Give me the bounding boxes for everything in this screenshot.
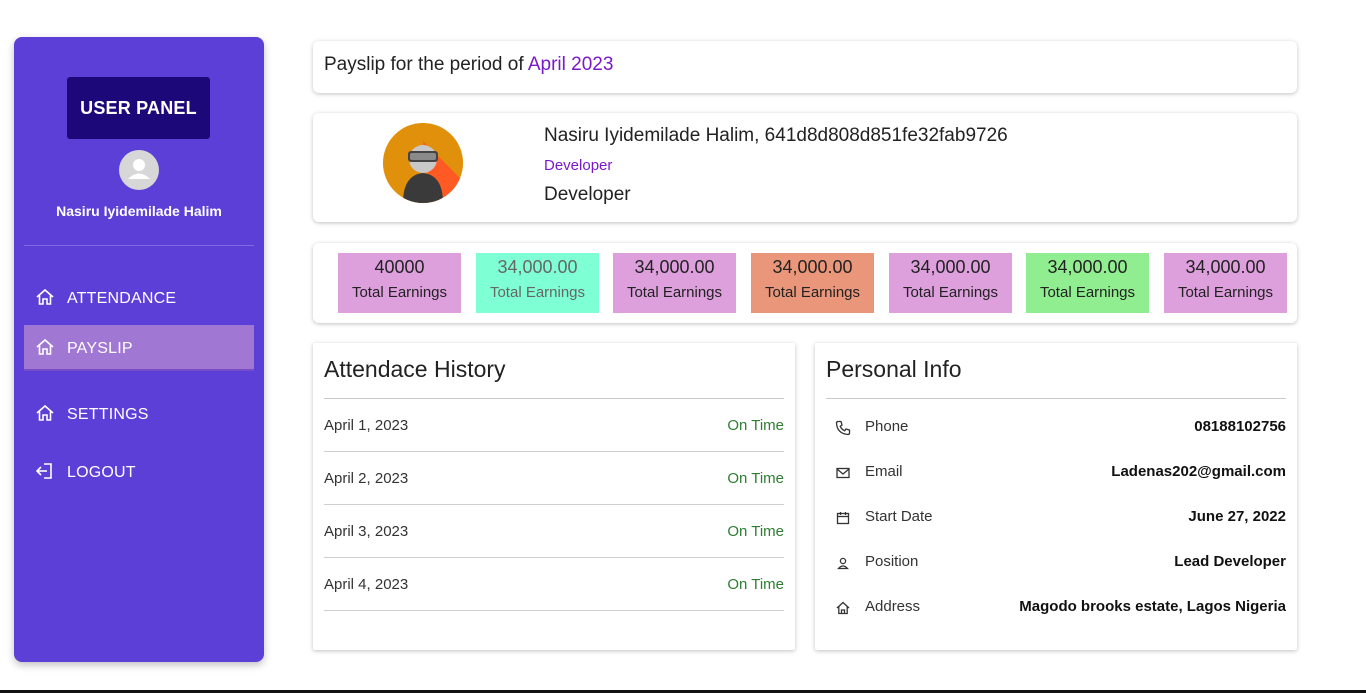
info-row-phone: Phone 08188102756: [835, 416, 1286, 440]
earning-label: Total Earnings: [489, 284, 586, 301]
earning-amount: 34,000.00: [1047, 257, 1128, 277]
info-key: Position: [865, 553, 919, 570]
period-card: Payslip for the period of April 2023: [313, 41, 1297, 93]
phone-icon: [835, 420, 851, 436]
earning-label: Total Earnings: [902, 284, 999, 301]
earning-tile: 34,000.00 Total Earnings: [613, 253, 736, 313]
info-key: Start Date: [865, 508, 933, 525]
home-icon: [34, 286, 56, 308]
attendance-status: On Time: [727, 470, 784, 487]
attendance-row: April 2, 2023 On Time: [324, 452, 784, 505]
sidebar: USER PANEL Nasiru Iyidemilade Halim ATTE…: [14, 37, 264, 662]
profile-avatar: [383, 123, 463, 203]
sidebar-item-label: ATTENDANCE: [67, 290, 177, 307]
earning-tile: 34,000.00 Total Earnings: [751, 253, 874, 313]
info-value: Magodo brooks estate, Lagos Nigeria: [1019, 598, 1286, 615]
earning-amount: 34,000.00: [497, 257, 578, 277]
earning-amount: 40000: [374, 257, 425, 277]
period-value: April 2023: [527, 54, 614, 75]
attendance-row: April 1, 2023 On Time: [324, 399, 784, 452]
sidebar-item-label: SETTINGS: [67, 406, 149, 423]
info-row-start-date: Start Date June 27, 2022: [835, 506, 1286, 530]
earning-tile: 34,000.00 Total Earnings: [889, 253, 1012, 313]
person-icon: [835, 555, 851, 571]
mail-icon: [835, 465, 851, 481]
attendance-title: Attendace History: [324, 356, 506, 382]
earning-amount: 34,000.00: [1185, 257, 1266, 277]
profile-role-tag: Developer: [544, 157, 613, 174]
info-value: June 27, 2022: [1188, 508, 1286, 525]
info-key: Phone: [865, 418, 909, 435]
attendance-date: April 1, 2023: [324, 417, 409, 434]
sidebar-item-logout[interactable]: LOGOUT: [24, 448, 254, 494]
sidebar-item-label: PAYSLIP: [67, 340, 133, 357]
attendance-date: April 2, 2023: [324, 470, 409, 487]
earning-tile: 34,000.00 Total Earnings: [1164, 253, 1287, 313]
attendance-status: On Time: [727, 417, 784, 434]
info-row-email: Email Ladenas202@gmail.com: [835, 461, 1286, 485]
sidebar-item-payslip[interactable]: PAYSLIP: [24, 325, 254, 371]
info-value: 08188102756: [1194, 418, 1286, 435]
earning-amount: 34,000.00: [772, 257, 853, 277]
earning-label: Total Earnings: [764, 284, 861, 301]
home-icon: [34, 402, 56, 424]
personal-info-title: Personal Info: [826, 356, 962, 382]
personal-info-card: Personal Info Phone 08188102756 Email La…: [815, 343, 1297, 650]
sidebar-divider: [24, 245, 254, 246]
attendance-status: On Time: [727, 576, 784, 593]
profile-name: Nasiru Iyidemilade Halim, 641d8d808d851f…: [544, 125, 1008, 146]
info-row-address: Address Magodo brooks estate, Lagos Nige…: [835, 596, 1286, 620]
attendance-date: April 3, 2023: [324, 523, 409, 540]
earning-amount: 34,000.00: [634, 257, 715, 277]
earning-tile: 40000 Total Earnings: [338, 253, 461, 313]
earning-label: Total Earnings: [626, 284, 723, 301]
earnings-card: 40000 Total Earnings 34,000.00 Total Ear…: [313, 243, 1297, 323]
page: USER PANEL Nasiru Iyidemilade Halim ATTE…: [0, 0, 1366, 693]
info-value: Ladenas202@gmail.com: [1111, 463, 1286, 480]
earning-label: Total Earnings: [351, 284, 448, 301]
user-panel-badge: USER PANEL: [67, 77, 210, 139]
profile-card: Nasiru Iyidemilade Halim, 641d8d808d851f…: [313, 113, 1297, 222]
attendance-row: April 3, 2023 On Time: [324, 505, 784, 558]
logout-icon: [34, 460, 56, 482]
period-heading: Payslip for the period of April 2023: [324, 54, 613, 76]
attendance-row: April 4, 2023 On Time: [324, 558, 784, 611]
attendance-history-card: Attendace History April 1, 2023 On Time …: [313, 343, 795, 650]
attendance-date: April 4, 2023: [324, 576, 409, 593]
home-icon: [34, 336, 56, 358]
attendance-status: On Time: [727, 523, 784, 540]
divider: [826, 398, 1286, 399]
sidebar-user-name: Nasiru Iyidemilade Halim: [56, 203, 222, 219]
info-row-position: Position Lead Developer: [835, 551, 1286, 575]
info-value: Lead Developer: [1174, 553, 1286, 570]
earning-amount: 34,000.00: [910, 257, 991, 277]
info-key: Email: [865, 463, 903, 480]
period-prefix: Payslip for the period of: [324, 54, 528, 75]
earning-tile: 34,000.00 Total Earnings: [1026, 253, 1149, 313]
profile-role: Developer: [544, 184, 631, 205]
earning-label: Total Earnings: [1177, 284, 1274, 301]
calendar-icon: [835, 510, 851, 526]
sidebar-item-settings[interactable]: SETTINGS: [24, 390, 254, 436]
sidebar-item-label: LOGOUT: [67, 464, 136, 481]
info-key: Address: [865, 598, 921, 615]
earning-label: Total Earnings: [1039, 284, 1136, 301]
sidebar-item-attendance[interactable]: ATTENDANCE: [24, 274, 254, 320]
house-icon: [835, 600, 851, 616]
earning-tile: 34,000.00 Total Earnings: [476, 253, 599, 313]
user-avatar-icon: [119, 150, 159, 190]
